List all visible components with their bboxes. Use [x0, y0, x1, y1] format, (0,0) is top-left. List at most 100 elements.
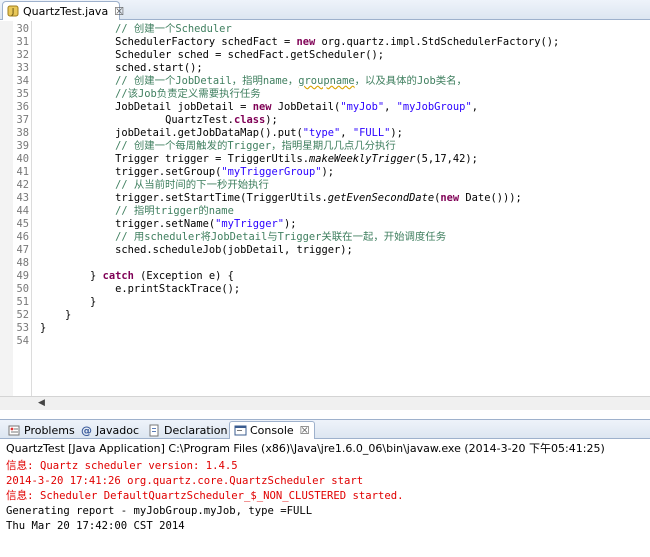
code-text: // 指明trigger的name [40, 205, 234, 218]
code-token: // 指明trigger的name [40, 205, 234, 217]
code-text: jobDetail.getJobDataMap().put("type", "F… [40, 127, 403, 140]
code-text: //该Job负责定义需要执行任务 [40, 88, 261, 101]
code-text: } [40, 322, 46, 335]
code-text: } catch (Exception e) { [40, 270, 234, 283]
code-text: // 从当前时间的下一秒开始执行 [40, 179, 269, 192]
line-number: 52 [16, 309, 29, 321]
code-token: //该Job负责定义需要执行任务 [40, 88, 261, 100]
code-token: QuartzTest. [40, 114, 234, 126]
code-line[interactable]: 49 } catch (Exception e) { [0, 270, 650, 283]
code-token: new [252, 101, 272, 113]
line-number: 37 [16, 114, 29, 126]
code-token: sched.start(); [40, 62, 203, 74]
code-text: } [40, 309, 71, 322]
code-line[interactable]: 38 jobDetail.getJobDataMap().put("type",… [0, 127, 650, 140]
code-line[interactable]: 32 Scheduler sched = schedFact.getSchedu… [0, 49, 650, 62]
code-line[interactable]: 36 JobDetail jobDetail = new JobDetail("… [0, 101, 650, 114]
code-token: org.quartz.impl.StdSchedulerFactory(); [315, 36, 560, 48]
code-token: (Exception e) { [133, 270, 234, 282]
line-number: 46 [16, 231, 29, 243]
code-token: (5,17,42); [415, 153, 478, 165]
tab-javadoc[interactable]: @ Javadoc [76, 421, 143, 439]
code-token: trigger.setName( [40, 218, 216, 230]
code-text: trigger.setGroup("myTriggerGroup"); [40, 166, 334, 179]
line-number: 48 [16, 257, 29, 269]
code-token: // 创建一个JobDetail，指明name， [40, 75, 299, 87]
console-process-header: QuartzTest [Java Application] C:\Program… [0, 440, 650, 457]
scroll-left-icon[interactable]: ◀ [38, 398, 45, 408]
horizontal-scrollbar[interactable]: ◀ [0, 396, 650, 410]
line-number: 34 [16, 75, 29, 87]
code-text: sched.scheduleJob(jobDetail, trigger); [40, 244, 353, 257]
line-number: 45 [16, 218, 29, 230]
line-number: 43 [16, 192, 29, 204]
code-line[interactable]: 43 trigger.setStartTime(TriggerUtils.get… [0, 192, 650, 205]
code-text: QuartzTest.class); [40, 114, 278, 127]
code-line[interactable]: 40 Trigger trigger = TriggerUtils.makeWe… [0, 153, 650, 166]
console-line: 2014-3-20 17:41:26 org.quartz.core.Quart… [6, 475, 364, 487]
code-line[interactable]: 51 } [0, 296, 650, 309]
code-token: groupname [298, 75, 355, 87]
code-line[interactable]: 45 trigger.setName("myTrigger"); [0, 218, 650, 231]
code-line[interactable]: 42 // 从当前时间的下一秒开始执行 [0, 179, 650, 192]
svg-text:J: J [11, 7, 14, 16]
code-token: JobDetail jobDetail = [40, 101, 253, 113]
tab-javadoc-label: Javadoc [96, 423, 139, 437]
line-number: 36 [16, 101, 29, 113]
console-output[interactable]: 信息: Quartz scheduler version: 1.4.5 2014-… [0, 457, 650, 557]
line-number: 38 [16, 127, 29, 139]
code-token: "myJobGroup" [396, 101, 472, 113]
code-line[interactable]: 34 // 创建一个JobDetail，指明name，groupname，以及具… [0, 75, 650, 88]
code-line[interactable]: 31 SchedulerFactory schedFact = new org.… [0, 36, 650, 49]
code-line[interactable]: 47 sched.scheduleJob(jobDetail, trigger)… [0, 244, 650, 257]
code-token: new [296, 36, 316, 48]
code-line[interactable]: 35 //该Job负责定义需要执行任务 [0, 88, 650, 101]
code-text: } [40, 296, 96, 309]
code-text: SchedulerFactory schedFact = new org.qua… [40, 36, 559, 49]
code-token: } [40, 296, 97, 308]
tab-declaration[interactable]: Declaration [144, 421, 231, 439]
editor-tab-quartztest[interactable]: J QuartzTest.java ☒ [2, 1, 124, 20]
console-line: 信息: Scheduler DefaultQuartzScheduler_$_N… [6, 490, 404, 502]
view-tab-bar: Problems @ Javadoc Declaration Console ☒ [0, 419, 650, 439]
code-line[interactable]: 52 } [0, 309, 650, 322]
java-file-icon: J [7, 5, 19, 17]
line-number: 49 [16, 270, 29, 282]
code-line[interactable]: 53} [0, 322, 650, 335]
code-token: getEvenSecondDate [327, 192, 435, 204]
line-number: 33 [16, 62, 29, 74]
code-token: Trigger trigger = TriggerUtils. [40, 153, 309, 165]
code-token: } [40, 309, 72, 321]
line-number: 54 [16, 335, 29, 347]
code-line[interactable]: 48 [0, 257, 650, 270]
code-token: sched.scheduleJob(jobDetail, trigger); [40, 244, 353, 256]
code-token: new [440, 192, 460, 204]
close-icon[interactable]: ☒ [114, 6, 124, 17]
code-line[interactable]: 44 // 指明trigger的name [0, 205, 650, 218]
code-token: "type" [302, 127, 341, 139]
code-line[interactable]: 30 // 创建一个Scheduler [0, 23, 650, 36]
line-number: 31 [16, 36, 29, 48]
code-line[interactable]: 46 // 用scheduler将JobDetail与Trigger关联在一起，… [0, 231, 650, 244]
code-line[interactable]: 54 [0, 335, 650, 348]
line-number: 30 [16, 23, 29, 35]
tab-console[interactable]: Console ☒ [229, 421, 315, 439]
code-editor[interactable]: 30 // 创建一个Scheduler 31 SchedulerFactory s… [0, 21, 650, 396]
line-number: 44 [16, 205, 29, 217]
code-token: "myJob" [340, 101, 385, 113]
code-line[interactable]: 50 e.printStackTrace(); [0, 283, 650, 296]
code-token: } [40, 270, 103, 282]
console-line: 信息: Quartz scheduler version: 1.4.5 [6, 460, 238, 472]
editor-tab-bar: J QuartzTest.java ☒ [0, 0, 650, 20]
code-line[interactable]: 33 sched.start(); [0, 62, 650, 75]
code-token: trigger.setStartTime(TriggerUtils. [40, 192, 328, 204]
code-line[interactable]: 39 // 创建一个每周触发的Trigger，指明星期几几点几分执行 [0, 140, 650, 153]
line-number: 32 [16, 49, 29, 61]
line-number: 41 [16, 166, 29, 178]
tab-problems[interactable]: Problems [4, 421, 79, 439]
code-line[interactable]: 37 QuartzTest.class); [0, 114, 650, 127]
line-number: 35 [16, 88, 29, 100]
code-line[interactable]: 41 trigger.setGroup("myTriggerGroup"); [0, 166, 650, 179]
close-icon[interactable]: ☒ [300, 424, 310, 437]
code-token: JobDetail( [271, 101, 341, 113]
